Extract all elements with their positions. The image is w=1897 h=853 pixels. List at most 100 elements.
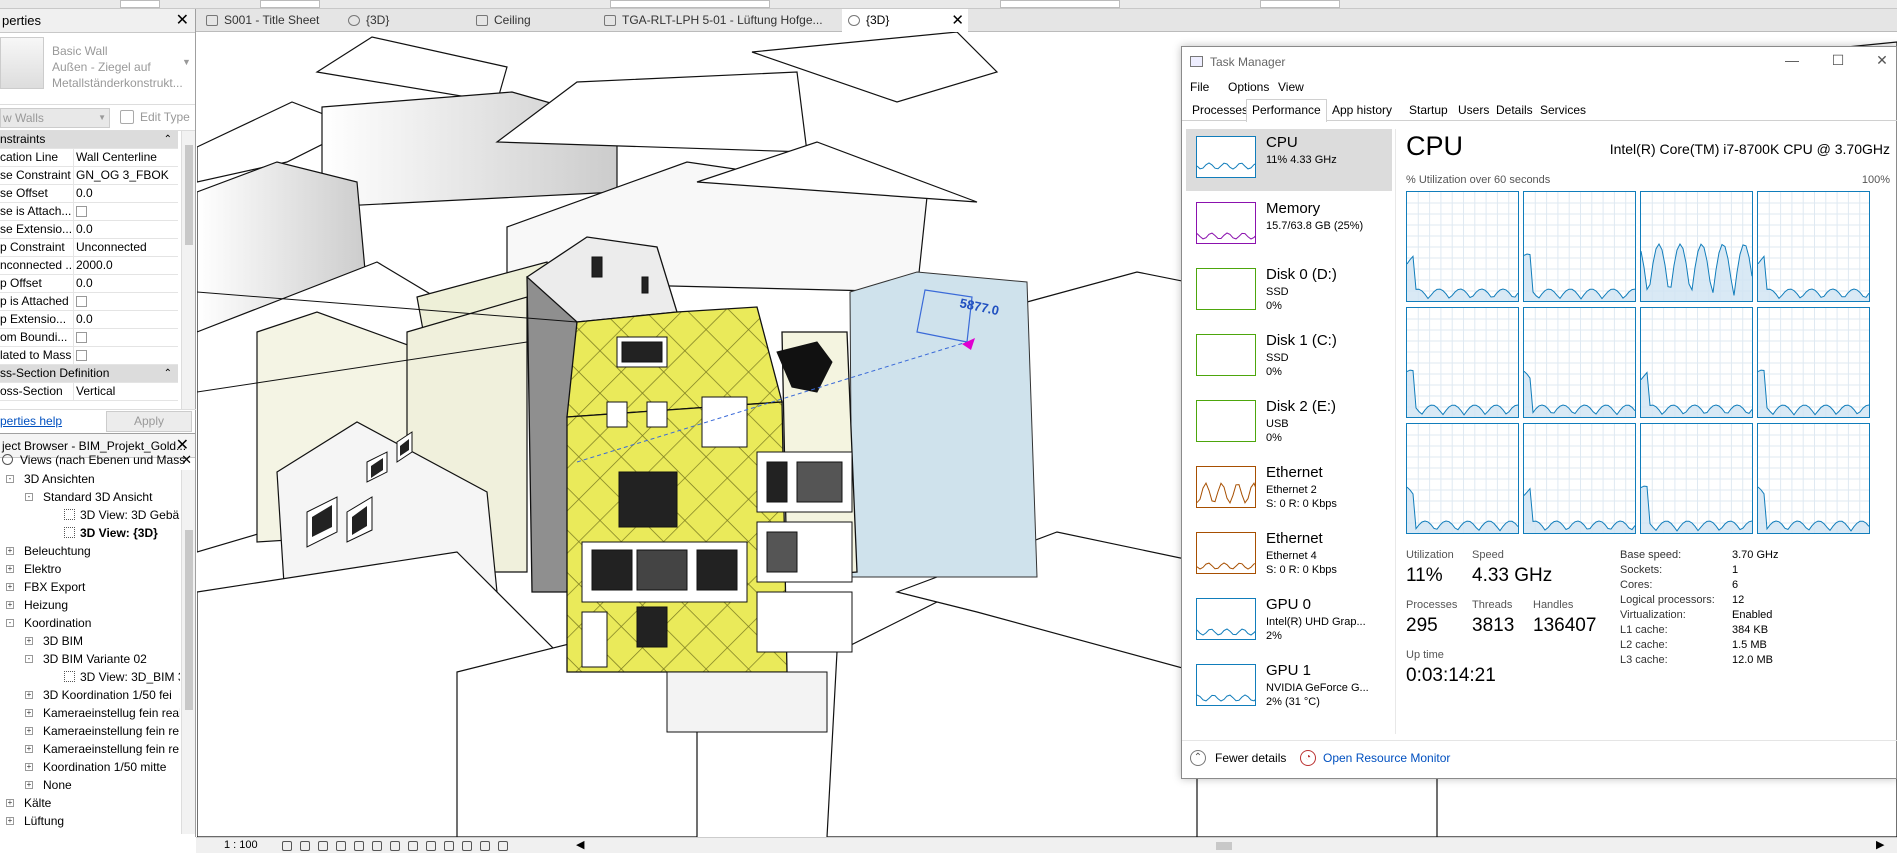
browser-folder-item[interactable]: + Kameraeinstellung fein re (0, 740, 180, 758)
properties-scrollbar[interactable] (181, 131, 195, 409)
property-value[interactable]: 0.0 (74, 221, 178, 238)
collapse-icon[interactable]: - (6, 619, 14, 627)
property-section[interactable]: nstraints ⌃ (0, 131, 178, 149)
ribbon-field[interactable] (1000, 0, 1120, 8)
property-value[interactable]: 0.0 (74, 311, 178, 328)
visual-style-icon[interactable] (300, 841, 310, 851)
browser-folder-item[interactable]: + Kameraeinstellung fein re (0, 722, 180, 740)
tab-processes[interactable]: Processes (1186, 99, 1254, 121)
ribbon-field[interactable] (1260, 0, 1340, 8)
browser-folder-item[interactable]: - 3D Ansichten (0, 470, 180, 488)
perf-item[interactable]: GPU 1 NVIDIA GeForce G... 2% (31 °C) (1186, 657, 1392, 719)
browser-folder-item[interactable]: +3D Koordination 1/50 fei (0, 686, 180, 704)
menu-view[interactable]: View (1278, 80, 1304, 94)
expand-icon[interactable]: + (25, 745, 33, 753)
temporary-hide-icon[interactable] (426, 841, 436, 851)
expand-icon[interactable]: + (25, 691, 33, 699)
analytical-model-icon[interactable] (462, 841, 472, 851)
collapse-icon[interactable]: - (6, 475, 14, 483)
constraints-icon[interactable] (498, 841, 508, 851)
tab-3d-view-active[interactable]: {3D} ✕ (842, 9, 968, 32)
browser-folder-item[interactable]: + Heizung (0, 596, 180, 614)
property-value[interactable]: Unconnected (74, 239, 178, 256)
render-icon[interactable] (354, 841, 364, 851)
open-resource-monitor-link[interactable]: Open Resource Monitor (1323, 751, 1450, 765)
browser-folder-item[interactable]: + Kälte (0, 794, 180, 812)
tab-performance[interactable]: Performance (1246, 99, 1327, 122)
browser-folder-item[interactable]: + Kameraeinstellug fein real (0, 704, 180, 722)
browser-folder-item[interactable]: - Standard 3D Ansicht (0, 488, 180, 506)
task-manager-titlebar[interactable]: Task Manager — ☐ ✕ (1182, 47, 1897, 77)
expand-icon[interactable]: + (6, 601, 14, 609)
ribbon-field[interactable] (610, 0, 770, 8)
perf-item[interactable]: Disk 2 (E:) USB 0% (1186, 393, 1392, 455)
property-section[interactable]: ss-Section Definition ⌃ (0, 365, 178, 383)
menu-options[interactable]: Options (1228, 80, 1269, 94)
maximize-icon[interactable]: ☐ (1828, 51, 1848, 71)
minimize-icon[interactable]: — (1782, 51, 1802, 71)
apply-button[interactable]: Apply (106, 411, 192, 432)
property-value[interactable]: Vertical (74, 383, 178, 400)
property-value[interactable]: 0.0 (74, 185, 178, 202)
menu-file[interactable]: File (1190, 80, 1209, 94)
browser-folder-item[interactable]: + Beleuchtung (0, 542, 180, 560)
browser-view-item[interactable]: 3D View: {3D} (0, 524, 180, 542)
collapse-icon[interactable]: ⌃ (164, 365, 178, 382)
browser-folder-item[interactable]: + FBX Export (0, 578, 180, 596)
expand-icon[interactable]: + (6, 799, 14, 807)
chevron-down-icon[interactable]: ▼ (182, 57, 191, 67)
browser-folder-item[interactable]: + None (0, 776, 180, 794)
property-value[interactable]: 0.0 (74, 275, 178, 292)
perf-item[interactable]: Memory 15.7/63.8 GB (25%) (1186, 195, 1392, 257)
crop-view-icon[interactable] (372, 841, 382, 851)
property-value[interactable]: 2000.0 (74, 257, 178, 274)
tab-ventilation[interactable]: TGA-RLT-LPH 5-01 - Lüftung Hofge... (598, 9, 838, 32)
expand-icon[interactable]: + (6, 565, 14, 573)
browser-folder-item[interactable]: + Lüftung (0, 812, 180, 830)
tab-title-sheet[interactable]: S001 - Title Sheet (200, 9, 338, 32)
expand-icon[interactable]: + (6, 547, 14, 555)
browser-view-item[interactable]: 3D View: 3D_BIM 3 (0, 668, 180, 686)
perf-item[interactable]: Ethernet Ethernet 2 S: 0 R: 0 Kbps (1186, 459, 1392, 521)
tab-users[interactable]: Users (1452, 99, 1495, 121)
instance-filter-select[interactable]: w Walls ▼ (0, 108, 110, 128)
collapse-icon[interactable]: - (25, 493, 33, 501)
property-checkbox[interactable] (74, 203, 178, 220)
expand-icon[interactable]: + (25, 763, 33, 771)
browser-folder-item[interactable]: + Elektro (0, 560, 180, 578)
property-value[interactable]: GN_OG 3_FBOK (74, 167, 178, 184)
tab-ceiling[interactable]: Ceiling (470, 9, 594, 32)
shadows-icon[interactable] (336, 841, 346, 851)
type-selector[interactable]: Basic Wall Außen - Ziegel auf Metallstän… (0, 33, 195, 105)
browser-root[interactable]: Views (nach Ebenen und Mass ✕ (0, 451, 196, 469)
ribbon-field[interactable] (120, 0, 160, 8)
collapse-icon[interactable]: - (25, 655, 33, 663)
expand-icon[interactable]: + (25, 727, 33, 735)
edit-type-button[interactable]: Edit Type (140, 108, 190, 126)
scroll-right-icon[interactable]: ▶ (1876, 838, 1884, 853)
highlight-displacement-icon[interactable] (480, 841, 490, 851)
close-icon[interactable]: ✕ (176, 9, 189, 33)
perf-item[interactable]: CPU 11% 4.33 GHz (1186, 129, 1392, 191)
tab-details[interactable]: Details (1490, 99, 1539, 121)
tab-app-history[interactable]: App history (1326, 99, 1398, 121)
property-checkbox[interactable] (74, 293, 178, 310)
properties-help-link[interactable]: perties help (0, 414, 62, 428)
browser-folder-item[interactable]: - 3D BIM Variante 02 (0, 650, 180, 668)
perf-item[interactable]: Ethernet Ethernet 4 S: 0 R: 0 Kbps (1186, 525, 1392, 587)
expand-icon[interactable]: + (6, 583, 14, 591)
property-checkbox[interactable] (74, 329, 178, 346)
lock-view-icon[interactable] (408, 841, 418, 851)
expand-icon[interactable]: + (6, 817, 14, 825)
property-checkbox[interactable] (74, 347, 178, 364)
perf-item[interactable]: Disk 0 (D:) SSD 0% (1186, 261, 1392, 323)
close-tab-icon[interactable]: ✕ (951, 9, 964, 32)
scroll-left-icon[interactable]: ◀ (576, 838, 584, 853)
reveal-hidden-icon[interactable] (444, 841, 454, 851)
fewer-details-button[interactable]: Fewer details (1215, 751, 1286, 765)
sun-path-icon[interactable] (318, 841, 328, 851)
tab-startup[interactable]: Startup (1403, 99, 1454, 121)
tab-services[interactable]: Services (1534, 99, 1592, 121)
detail-level-icon[interactable] (282, 841, 292, 851)
perf-item[interactable]: GPU 0 Intel(R) UHD Grap... 2% (1186, 591, 1392, 653)
